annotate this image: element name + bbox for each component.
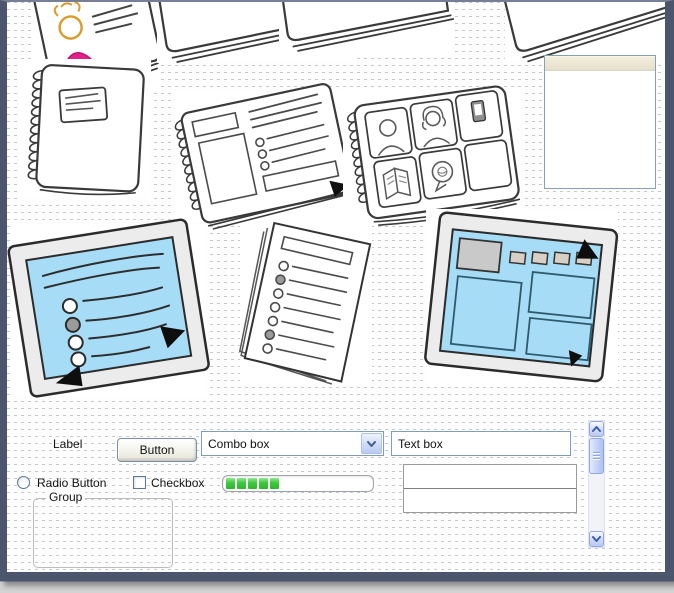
list-table-body <box>404 465 576 512</box>
chevron-down-icon <box>592 536 601 542</box>
text-box[interactable] <box>391 431 571 456</box>
combo-dropdown-button[interactable] <box>361 433 382 454</box>
static-label: Label <box>53 437 83 451</box>
design-canvas: Label Button Combo box Radio Button Chec… <box>7 2 665 572</box>
scrollbar-thumb[interactable] <box>589 438 604 474</box>
list-table[interactable] <box>403 464 577 513</box>
group-box-label: Group <box>46 490 86 504</box>
progress-segment <box>270 478 279 489</box>
sketch-blue-wireframe-tablet[interactable] <box>424 209 619 387</box>
sketch-blue-slide-tablet[interactable] <box>7 218 210 398</box>
progress-segment <box>259 478 268 489</box>
desktop-background: Label Button Combo box Radio Button Chec… <box>0 0 674 593</box>
progress-segment <box>237 478 246 489</box>
panel-header <box>545 56 655 71</box>
radio-button-label: Radio Button <box>37 476 107 490</box>
chevron-down-icon <box>367 440 376 447</box>
vertical-scrollbar[interactable] <box>588 420 605 548</box>
sketch-checklist-paper[interactable] <box>238 221 372 385</box>
chevron-up-icon <box>592 426 601 432</box>
scroll-down-button[interactable] <box>589 531 604 547</box>
push-button[interactable]: Button <box>117 438 197 462</box>
scroll-up-button[interactable] <box>589 421 604 437</box>
sketch-photo-album[interactable] <box>343 85 521 226</box>
app-window: Label Button Combo box Radio Button Chec… <box>0 0 674 581</box>
checkbox[interactable] <box>133 476 146 489</box>
sketch-wireframe-sketchbook[interactable] <box>174 83 353 230</box>
table-row[interactable] <box>404 489 576 512</box>
checkbox-label: Checkbox <box>151 476 205 490</box>
progress-segments <box>226 478 281 489</box>
sketch-book-bottom-2[interactable] <box>275 2 455 57</box>
blank-panel-preview[interactable] <box>544 55 656 189</box>
group-box: Group <box>33 490 173 568</box>
sketch-book-bottom-3[interactable] <box>495 2 665 63</box>
table-row[interactable] <box>404 465 576 489</box>
progress-segment <box>248 478 257 489</box>
progress-bar <box>222 475 374 492</box>
radio-button[interactable] <box>17 476 30 489</box>
progress-segment <box>226 478 235 489</box>
combo-box-value: Combo box <box>208 436 270 451</box>
combo-box[interactable]: Combo box <box>201 431 384 456</box>
sketch-spiral-notebook[interactable] <box>19 59 151 199</box>
